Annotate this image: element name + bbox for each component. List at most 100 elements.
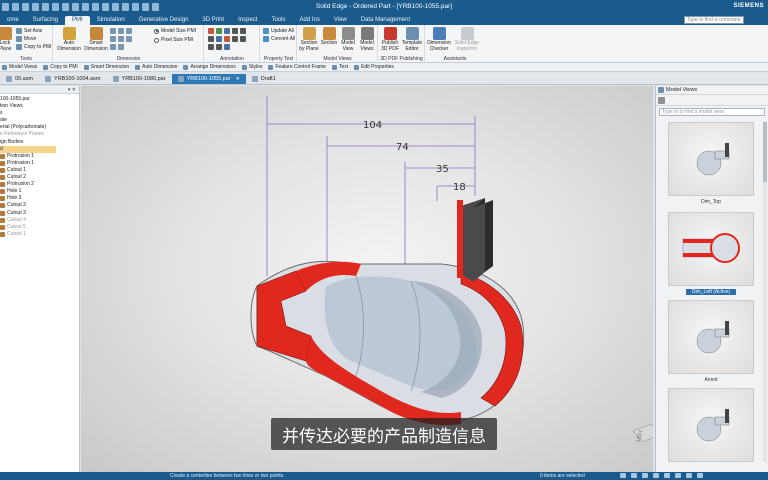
tree-node[interactable]: Hole 3 <box>0 195 79 202</box>
command-styles[interactable]: Styles <box>241 64 262 70</box>
doc-tab[interactable]: YRB100-1055.par ✕ <box>171 74 246 84</box>
graphics-viewport[interactable]: 104 74 35 18 LEFT <box>81 86 653 472</box>
section-view-icon[interactable] <box>697 473 703 478</box>
convert-all-button[interactable]: Convert All <box>263 36 295 42</box>
tree-node[interactable]: Protrusion 1 <box>0 160 79 167</box>
rotate-view-icon[interactable] <box>653 473 659 478</box>
dimension-tools-row-3[interactable] <box>110 44 124 50</box>
tree-node[interactable]: ign Bodies <box>0 139 79 146</box>
pixel-size-radio[interactable] <box>154 37 159 43</box>
solid-edge-inspector-button[interactable]: Solid Edge Inspector <box>454 27 480 52</box>
ribbon-tab-tools[interactable]: Tools <box>264 16 292 25</box>
tree-node[interactable]: Cutout 5 <box>0 224 79 231</box>
command-search-input[interactable]: Type to find a command <box>684 16 744 24</box>
ribbon-tab-inspect[interactable]: Inspect <box>231 16 264 25</box>
tree-node[interactable]: Cutout 1 <box>0 167 79 174</box>
command-copy-to-pmi[interactable]: Copy to PMI <box>43 64 78 70</box>
ribbon-tab-simulation[interactable]: Simulation <box>90 16 132 25</box>
dimension-35[interactable]: 35 <box>436 164 449 175</box>
tree-node[interactable]: Cutout 1 <box>0 231 79 238</box>
model-view-thumbnail[interactable] <box>668 122 754 196</box>
model-view-item[interactable]: Dim_Left (Active) <box>668 212 754 295</box>
doc-tab[interactable]: YRB100-1080.par <box>107 74 172 84</box>
sectioned-part[interactable] <box>250 198 525 426</box>
command-arrange-dimensions[interactable]: Arrange Dimensions <box>183 64 236 70</box>
model-view-item[interactable]: Annot <box>668 300 754 383</box>
dimension-checker-button[interactable]: Dimension Checker <box>426 27 452 52</box>
ribbon-tab-surfacing[interactable]: Surfacing <box>26 16 65 25</box>
doc-tab[interactable]: 00.asm <box>0 74 39 84</box>
auto-dimension-button[interactable]: Auto Dimension <box>56 27 82 52</box>
ribbon-tab-data-management[interactable]: Data Management <box>354 16 417 25</box>
dimension-tools-row-2[interactable] <box>110 36 132 42</box>
model-view-item[interactable]: Dim_Top <box>668 122 754 205</box>
tree-node[interactable]: 100-1055.par <box>0 96 79 103</box>
ribbon-tab-generative-design[interactable]: Generative Design <box>132 16 196 25</box>
dimension-18[interactable]: 18 <box>453 182 466 193</box>
ribbon-tab-view[interactable]: View <box>327 16 354 25</box>
zoom-area-icon[interactable] <box>620 473 626 478</box>
lock-plane-button[interactable]: Lock Plane <box>0 27 16 52</box>
tree-node-label: Cutout 2 <box>7 202 26 209</box>
tree-node[interactable]: d <box>0 145 56 153</box>
doc-tab[interactable]: YRB100-1004.asm <box>39 74 106 84</box>
model-view-thumbnail[interactable] <box>668 388 754 462</box>
annotation-tools-row-3[interactable] <box>208 44 230 50</box>
tree-node[interactable]: Cutout 3 <box>0 210 79 217</box>
tree-node[interactable]: Hole 1 <box>0 188 79 195</box>
set-axis-button[interactable]: Set Axis <box>16 28 42 34</box>
tree-node[interactable]: Cutout 4 <box>0 217 79 224</box>
ribbon-tab-add-ins[interactable]: Add Ins <box>292 16 326 25</box>
smart-dimension-button[interactable]: Smart Dimension <box>83 27 109 52</box>
model-size-radio[interactable] <box>154 28 159 34</box>
tree-node[interactable]: Cutout 2 <box>0 202 79 209</box>
model-views-panel-title: Model Views <box>666 87 698 93</box>
model-view-item[interactable] <box>668 388 754 465</box>
tree-node[interactable]: tion Views <box>0 103 79 110</box>
model-views-scrollbar[interactable] <box>763 122 767 462</box>
model-view-thumbnail[interactable] <box>668 212 754 286</box>
part-model-view[interactable]: 104 74 35 18 LEFT <box>81 86 653 472</box>
scrollbar-thumb[interactable] <box>763 122 767 182</box>
copy-to-pmi-button[interactable]: Copy to PMI <box>16 44 52 50</box>
model-view-search-input[interactable]: Type in to find a model view <box>659 108 765 116</box>
dimension-74[interactable]: 74 <box>396 142 409 153</box>
command-smart-dimension[interactable]: Smart Dimension <box>83 64 129 70</box>
tree-node[interactable]: e Reference Planes <box>0 131 79 138</box>
ribbon-tab-3d-print[interactable]: 3D Print <box>195 16 231 25</box>
named-views-icon[interactable] <box>686 473 692 478</box>
doc-tab[interactable]: Draft1 <box>246 74 282 84</box>
fit-view-icon[interactable] <box>631 473 637 478</box>
close-tab-icon[interactable]: ✕ <box>236 76 240 82</box>
dimension-tools-row-1[interactable] <box>110 28 132 34</box>
ribbon-tab-pmi[interactable]: PMI <box>65 16 90 25</box>
tree-node[interactable]: erial (Polycarbonate) <box>0 124 79 131</box>
annotation-tools-row-2[interactable] <box>208 36 246 42</box>
pan-view-icon[interactable] <box>642 473 648 478</box>
tree-node[interactable]: ate <box>0 117 79 124</box>
update-all-button[interactable]: Update All <box>263 28 294 34</box>
move-button[interactable]: Move <box>16 36 36 42</box>
command-model-views[interactable]: Model Views <box>2 64 37 70</box>
selection-count: 0 items are selected <box>540 473 585 479</box>
dimension-104[interactable]: 104 <box>363 120 382 131</box>
shading-icon[interactable] <box>664 473 670 478</box>
pixel-size-pmi-option[interactable]: Pixel Size PMI <box>154 37 193 43</box>
model-view-thumbnail[interactable] <box>668 300 754 374</box>
command-text[interactable]: Text <box>331 64 348 70</box>
view-cube[interactable]: LEFT <box>632 423 653 443</box>
annotation-tools-row-1[interactable] <box>208 28 246 34</box>
ribbon-tab-ome[interactable]: ome <box>0 16 26 25</box>
tree-node[interactable]: Protrusion 2 <box>0 181 79 188</box>
command-edit-properties[interactable]: Edit Properties <box>354 64 394 70</box>
new-model-view-icon[interactable] <box>658 97 665 104</box>
model-size-pmi-option[interactable]: Model Size PMI <box>154 28 196 34</box>
template-editor-button[interactable]: Template Editor <box>399 27 425 52</box>
tree-node[interactable]: Protrusion 1 <box>0 153 79 160</box>
command-feature-control-frame[interactable]: Feature Control Frame <box>268 64 326 70</box>
tree-node[interactable]: s <box>0 110 79 117</box>
tree-node[interactable]: Cutout 2 <box>0 174 79 181</box>
pathfinder-pin-close-icon[interactable]: ▾ ✕ <box>68 87 76 93</box>
view-style-icon[interactable] <box>675 473 681 478</box>
command-auto-dimension[interactable]: Auto Dimension <box>135 64 177 70</box>
